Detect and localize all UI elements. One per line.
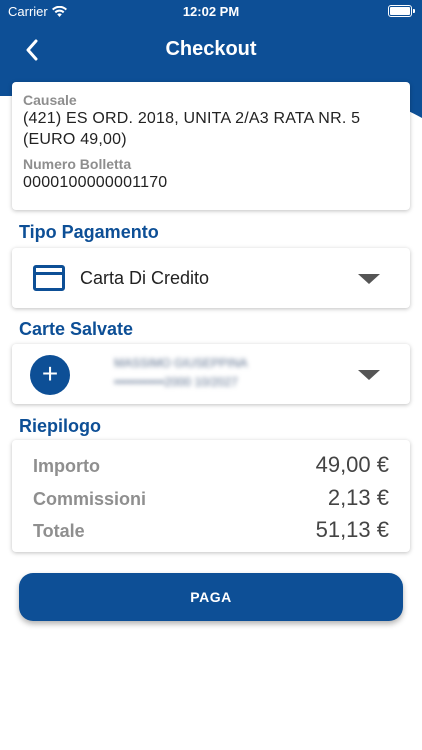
summary-value: 49,00 € bbox=[315, 452, 389, 477]
battery-icon bbox=[388, 5, 415, 17]
causale-line-1: (421) ES ORD. 2018, UNITA 2/A3 RATA NR. … bbox=[23, 110, 361, 127]
summary-row-totale: Totale 51,13 € bbox=[33, 517, 389, 550]
bill-details-card: Causale (421) ES ORD. 2018, UNITA 2/A3 R… bbox=[12, 82, 410, 210]
bolletta-value: 0000100000001170 bbox=[23, 174, 168, 191]
summary-label: Commissioni bbox=[33, 488, 147, 509]
summary-row-commissioni: Commissioni 2,13 € bbox=[33, 485, 389, 518]
bolletta-label: Numero Bolletta bbox=[23, 156, 132, 172]
add-card-button[interactable]: + bbox=[30, 355, 70, 395]
saved-card-holder: MASSIMO GIUSEPPINA bbox=[114, 356, 248, 370]
causale-label: Causale bbox=[23, 92, 77, 108]
causale-line-2: (EURO 49,00) bbox=[23, 131, 127, 148]
page-title: Checkout bbox=[165, 38, 257, 60]
payment-type-heading: Tipo Pagamento bbox=[19, 222, 159, 242]
saved-cards-select[interactable]: + MASSIMO GIUSEPPINA ••••••••••••2000 10… bbox=[12, 344, 410, 404]
status-bar: Carrier 12:02 PM bbox=[0, 0, 422, 22]
navigation-bar: Checkout bbox=[0, 30, 422, 70]
summary-value: 2,13 € bbox=[327, 484, 389, 510]
summary-row-importo: Importo 49,00 € bbox=[33, 452, 389, 485]
credit-card-icon bbox=[33, 265, 65, 291]
summary-card: Importo 49,00 € Commissioni 2,13 € Total… bbox=[12, 440, 410, 552]
saved-card-number: ••••••••••••2000 10/2027 bbox=[114, 375, 238, 389]
summary-heading: Riepilogo bbox=[19, 416, 101, 436]
chevron-down-icon bbox=[358, 274, 380, 284]
summary-label: Totale bbox=[33, 521, 85, 541]
status-time: 12:02 PM bbox=[182, 4, 240, 19]
summary-value: 51,13 € bbox=[315, 517, 389, 542]
pay-button[interactable]: PAGA bbox=[19, 573, 403, 621]
chevron-down-icon bbox=[358, 370, 380, 380]
payment-type-value: Carta Di Credito bbox=[80, 268, 210, 288]
payment-type-select[interactable]: Carta Di Credito bbox=[12, 248, 410, 308]
summary-label: Importo bbox=[33, 456, 100, 476]
saved-cards-heading: Carte Salvate bbox=[19, 319, 134, 339]
